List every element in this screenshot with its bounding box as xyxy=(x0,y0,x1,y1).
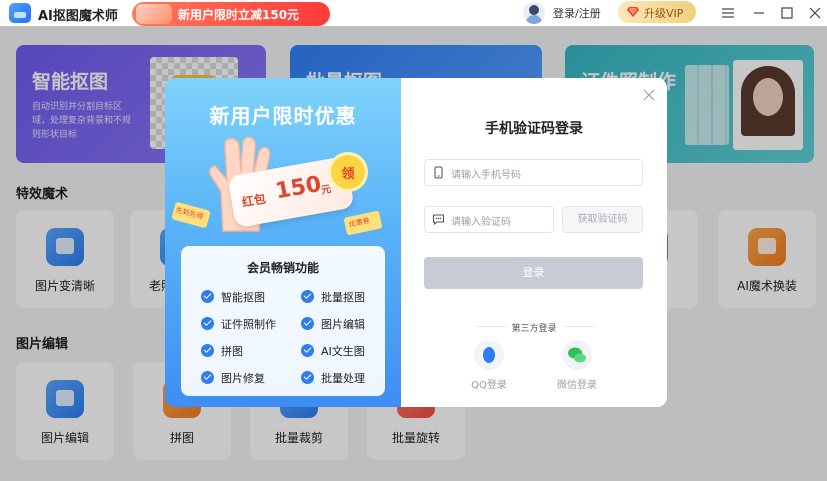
app-logo-icon xyxy=(9,3,31,23)
promo-panel: 新用户限时优惠 红包 150 元 领 先到先得 优惠券 会员畅销功能 智能抠图 … xyxy=(165,78,401,407)
third-party-label: 第三方登录 xyxy=(511,324,557,334)
vip-label: 升级VIP xyxy=(644,7,684,20)
close-modal-button[interactable] xyxy=(641,87,657,103)
close-window-button[interactable] xyxy=(805,3,825,23)
wechat-login-button[interactable] xyxy=(562,340,592,370)
check-icon xyxy=(201,371,214,384)
promo-title: 新用户限时优惠 xyxy=(209,104,357,128)
maximize-button[interactable] xyxy=(777,3,797,23)
title-bar: AI抠图魔术师 新用户限时立减150元 登录/注册 升级VIP xyxy=(0,0,827,26)
phone-icon xyxy=(434,166,443,179)
check-icon xyxy=(301,344,314,357)
check-icon xyxy=(201,317,214,330)
login-panel: 手机验证码登录 请输入手机号码 请输入验证码 获取验证码 登录 第三方登录 QQ… xyxy=(401,78,667,407)
voucher-amount: 150 xyxy=(273,171,324,205)
ticket-badge: 优惠券 xyxy=(343,210,383,236)
code-input[interactable]: 请输入验证码 xyxy=(424,206,554,233)
promo-banner[interactable]: 新用户限时立减150元 xyxy=(132,2,330,26)
login-register-link[interactable]: 登录/注册 xyxy=(553,5,601,21)
ticket-text: 优惠券 xyxy=(348,216,371,229)
minimize-button[interactable] xyxy=(749,3,769,23)
app-title: AI抠图魔术师 xyxy=(38,9,118,24)
menu-button[interactable] xyxy=(718,3,738,23)
code-placeholder: 请输入验证码 xyxy=(451,217,511,228)
ticket-text: 先到先得 xyxy=(174,206,204,222)
qq-login-label[interactable]: QQ登录 xyxy=(454,376,524,391)
minimize-icon xyxy=(754,12,764,14)
message-icon xyxy=(432,214,445,226)
diamond-icon xyxy=(627,7,639,17)
gift-icon xyxy=(136,4,172,24)
check-icon xyxy=(201,290,214,303)
promo-banner-text: 新用户限时立减150元 xyxy=(178,8,300,22)
claim-label: 领 xyxy=(341,167,355,182)
voucher-label: 红包 xyxy=(240,191,267,210)
phone-input[interactable]: 请输入手机号码 xyxy=(424,159,643,186)
upgrade-vip-button[interactable]: 升级VIP xyxy=(618,1,696,23)
maximize-icon xyxy=(781,7,793,19)
qq-login-button[interactable] xyxy=(474,340,504,370)
wechat-login-label[interactable]: 微信登录 xyxy=(542,376,612,391)
user-avatar[interactable] xyxy=(523,2,545,24)
check-icon xyxy=(301,317,314,330)
menu-icon xyxy=(722,8,734,18)
get-code-button[interactable]: 获取验证码 xyxy=(562,206,643,233)
features-title: 会员畅销功能 xyxy=(246,261,319,275)
close-icon xyxy=(809,7,821,19)
voucher-unit: 元 xyxy=(320,184,333,197)
close-icon xyxy=(643,89,655,101)
check-icon xyxy=(201,344,214,357)
login-title: 手机验证码登录 xyxy=(485,121,583,137)
login-button[interactable]: 登录 xyxy=(424,257,643,289)
claim-badge[interactable]: 领 xyxy=(331,155,365,189)
qq-icon xyxy=(483,347,495,363)
check-icon xyxy=(301,371,314,384)
divider xyxy=(564,326,594,327)
wechat-icon xyxy=(568,347,586,363)
features-card: 会员畅销功能 智能抠图 批量抠图 证件照制作 图片编辑 拼图 AI文生图 图片修… xyxy=(181,246,385,396)
phone-placeholder: 请输入手机号码 xyxy=(451,170,521,181)
check-icon xyxy=(301,290,314,303)
